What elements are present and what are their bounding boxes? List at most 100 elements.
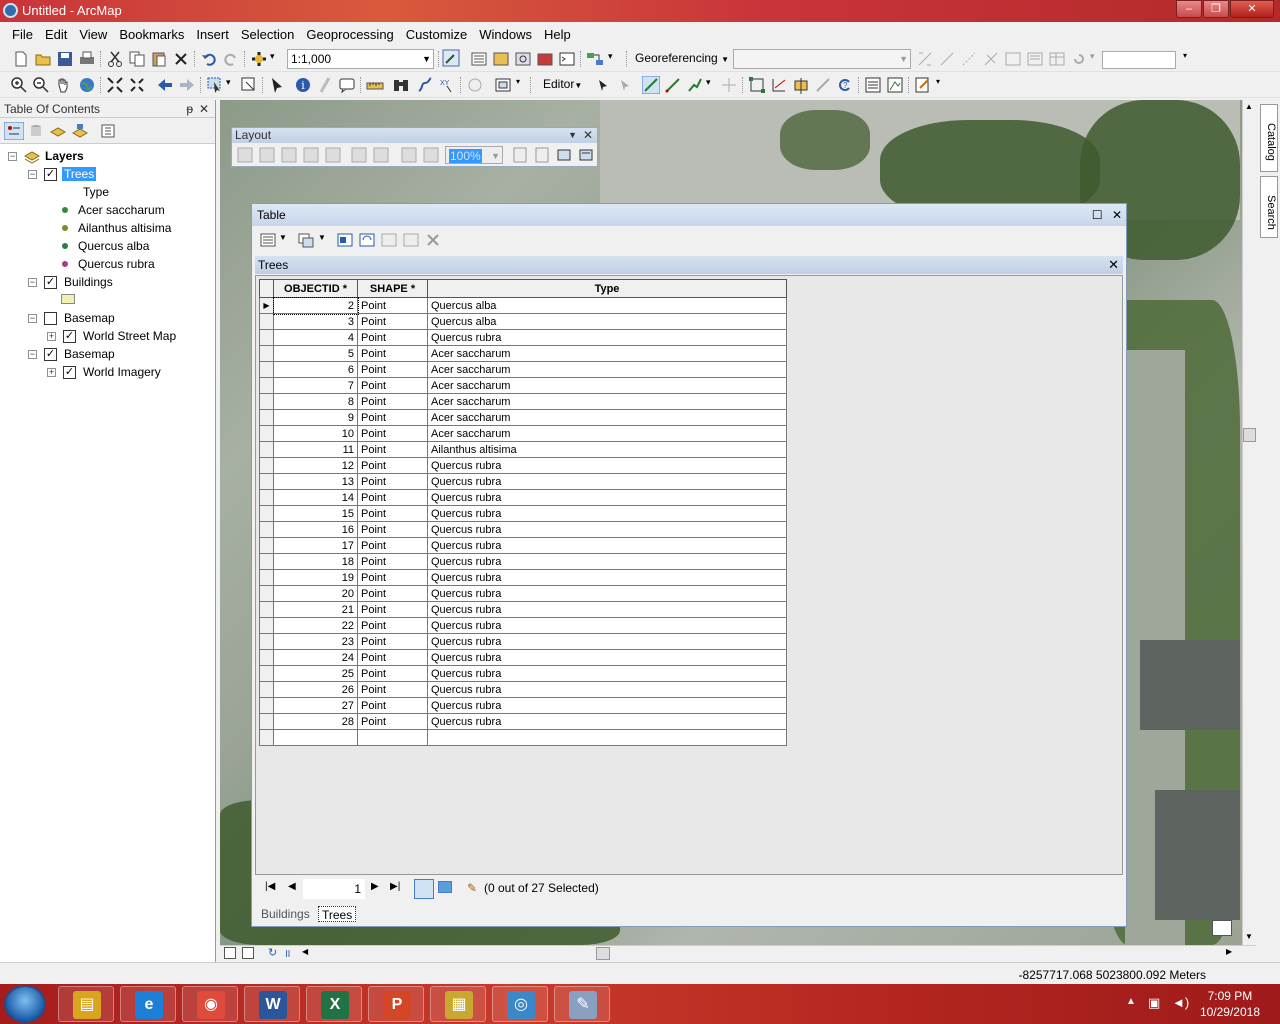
pan-hand-icon[interactable] [54,76,72,94]
buildings-layer-label[interactable]: Buildings [64,273,113,291]
show-hidden-icons-icon[interactable]: ▲ [1126,996,1136,1007]
menu-file[interactable]: File [6,27,39,42]
table-row[interactable]: 27 Point Quercus rubra [259,697,787,714]
split-icon[interactable] [814,76,832,94]
table-row[interactable]: 16 Point Quercus rubra [259,521,787,538]
layers-root-label[interactable]: Layers [45,147,84,165]
menu-windows[interactable]: Windows [473,27,538,42]
type-cell[interactable]: Acer saccharum [427,409,787,426]
row-selector[interactable] [259,649,274,666]
menu-edit[interactable]: Edit [39,27,73,42]
zoom-whole-page-icon[interactable] [303,147,319,163]
straight-segment-icon[interactable] [642,76,660,94]
layout-view-icon[interactable] [242,947,254,959]
auto-adjust-icon[interactable] [1026,50,1044,68]
tab-buildings[interactable]: Buildings [258,906,313,922]
link-table-icon[interactable] [1048,50,1066,68]
row-selector[interactable] [259,441,274,458]
cut-icon[interactable] [106,50,124,68]
edit-annotation-icon[interactable] [616,76,634,94]
rotate-icon[interactable] [1070,50,1088,68]
model-builder-icon[interactable] [586,50,604,68]
row-selector[interactable] [259,393,274,410]
row-selector[interactable] [259,569,274,586]
expand-world-imagery-icon[interactable]: + [47,368,56,377]
type-cell[interactable]: Quercus rubra [427,665,787,682]
trees-table-close-icon[interactable]: ✕ [1108,256,1119,274]
objectid-cell[interactable]: 25 [273,665,358,682]
basemap2-visibility-checkbox[interactable]: ✓ [44,348,57,361]
shape-cell[interactable]: Point [357,441,428,458]
show-all-records-icon[interactable] [414,879,434,899]
search-tab[interactable]: Search [1260,176,1278,238]
objectid-cell[interactable]: 23 [273,633,358,650]
world-imagery-checkbox[interactable]: ✓ [63,366,76,379]
type-cell[interactable]: Quercus rubra [427,553,787,570]
table-maximize-icon[interactable]: ☐ [1092,208,1103,222]
objectid-cell[interactable]: 24 [273,649,358,666]
scroll-up-icon[interactable]: ▲ [1245,102,1253,111]
map-horizontal-scrollbar[interactable]: ↻ ॥ ◀ ▶ [220,945,1256,961]
table-row[interactable]: 7 Point Acer saccharum [259,377,787,394]
table-row[interactable]: ▶ 2 Point Quercus alba [259,296,787,315]
row-selector[interactable] [259,633,274,650]
shape-cell[interactable]: Point [357,377,428,394]
menu-customize[interactable]: Customize [400,27,473,42]
table-row[interactable]: 15 Point Quercus rubra [259,505,787,522]
georeferencing-layer-combo[interactable]: ▼ [733,49,911,69]
type-cell[interactable]: Quercus rubra [427,585,787,602]
last-record-icon[interactable]: ▶| [390,881,400,892]
measure-icon[interactable] [366,76,384,94]
objectid-cell[interactable]: 4 [273,329,358,346]
shape-cell[interactable]: Point [357,329,428,346]
type-cell[interactable]: Quercus rubra [427,617,787,634]
editor-toolbar-toggle-icon[interactable] [442,49,460,67]
zoom-to-selected-link-icon[interactable] [960,50,978,68]
type-cell[interactable]: Acer saccharum [427,425,787,442]
objectid-cell[interactable]: 19 [273,569,358,586]
layout-toolbar-caption[interactable]: Layout ▼ ✕ [232,128,597,143]
shape-cell[interactable]: Point [357,681,428,698]
go-forward-extent-icon[interactable] [178,76,196,94]
tab-trees[interactable]: Trees [318,906,357,922]
find-route-icon[interactable] [416,76,434,94]
first-record-icon[interactable]: |◀ [265,881,275,892]
shape-cell[interactable]: Point [357,409,428,426]
zoom-out-icon[interactable] [32,76,50,94]
map-vertical-scrollbar[interactable]: ▲ ▼ [1242,100,1256,945]
redo-icon[interactable] [222,50,240,68]
row-selector[interactable] [259,601,274,618]
type-cell[interactable]: Acer saccharum [427,393,787,410]
menu-help[interactable]: Help [538,27,577,42]
row-selector[interactable] [259,489,274,506]
objectid-cell[interactable]: 14 [273,489,358,506]
scroll-left-icon[interactable]: ◀ [302,947,308,956]
go-to-xy-icon[interactable]: XY [438,76,456,94]
edit-vertices-icon[interactable] [748,76,766,94]
collapse-layers-icon[interactable]: − [8,152,17,161]
shape-cell[interactable]: Point [357,297,428,314]
objectid-cell[interactable]: 12 [273,457,358,474]
shape-cell[interactable]: Point [357,585,428,602]
show-selected-records-icon[interactable] [438,881,452,893]
clear-selection-icon[interactable] [240,76,258,94]
toggle-draft-mode-icon[interactable] [512,147,528,163]
fixed-zoom-in-layout-icon[interactable] [351,147,367,163]
shape-cell[interactable]: Point [357,601,428,618]
fixed-zoom-in-icon[interactable] [106,76,124,94]
shape-cell[interactable]: Point [357,665,428,682]
scroll-right-icon[interactable]: ▶ [1226,947,1232,956]
taskbar-excel[interactable]: X [306,986,362,1022]
objectid-cell[interactable]: 5 [273,345,358,362]
georeferencing-menu[interactable]: Georeferencing ▼ [635,51,729,65]
row-selector[interactable] [259,617,274,634]
toc-close-icon[interactable]: ✕ [199,100,209,118]
toc-pin-icon[interactable]: ᵽ [186,100,193,118]
row-selector[interactable] [259,329,274,346]
type-cell[interactable]: Ailanthus altisima [427,441,787,458]
basemap1-label[interactable]: Basemap [64,309,115,327]
layout-zoom-percent-combo[interactable]: 100% ▼ [445,146,503,164]
paste-icon[interactable] [150,50,168,68]
editor-menu[interactable]: Editor▼ [543,77,582,91]
add-data-icon[interactable] [250,50,268,68]
